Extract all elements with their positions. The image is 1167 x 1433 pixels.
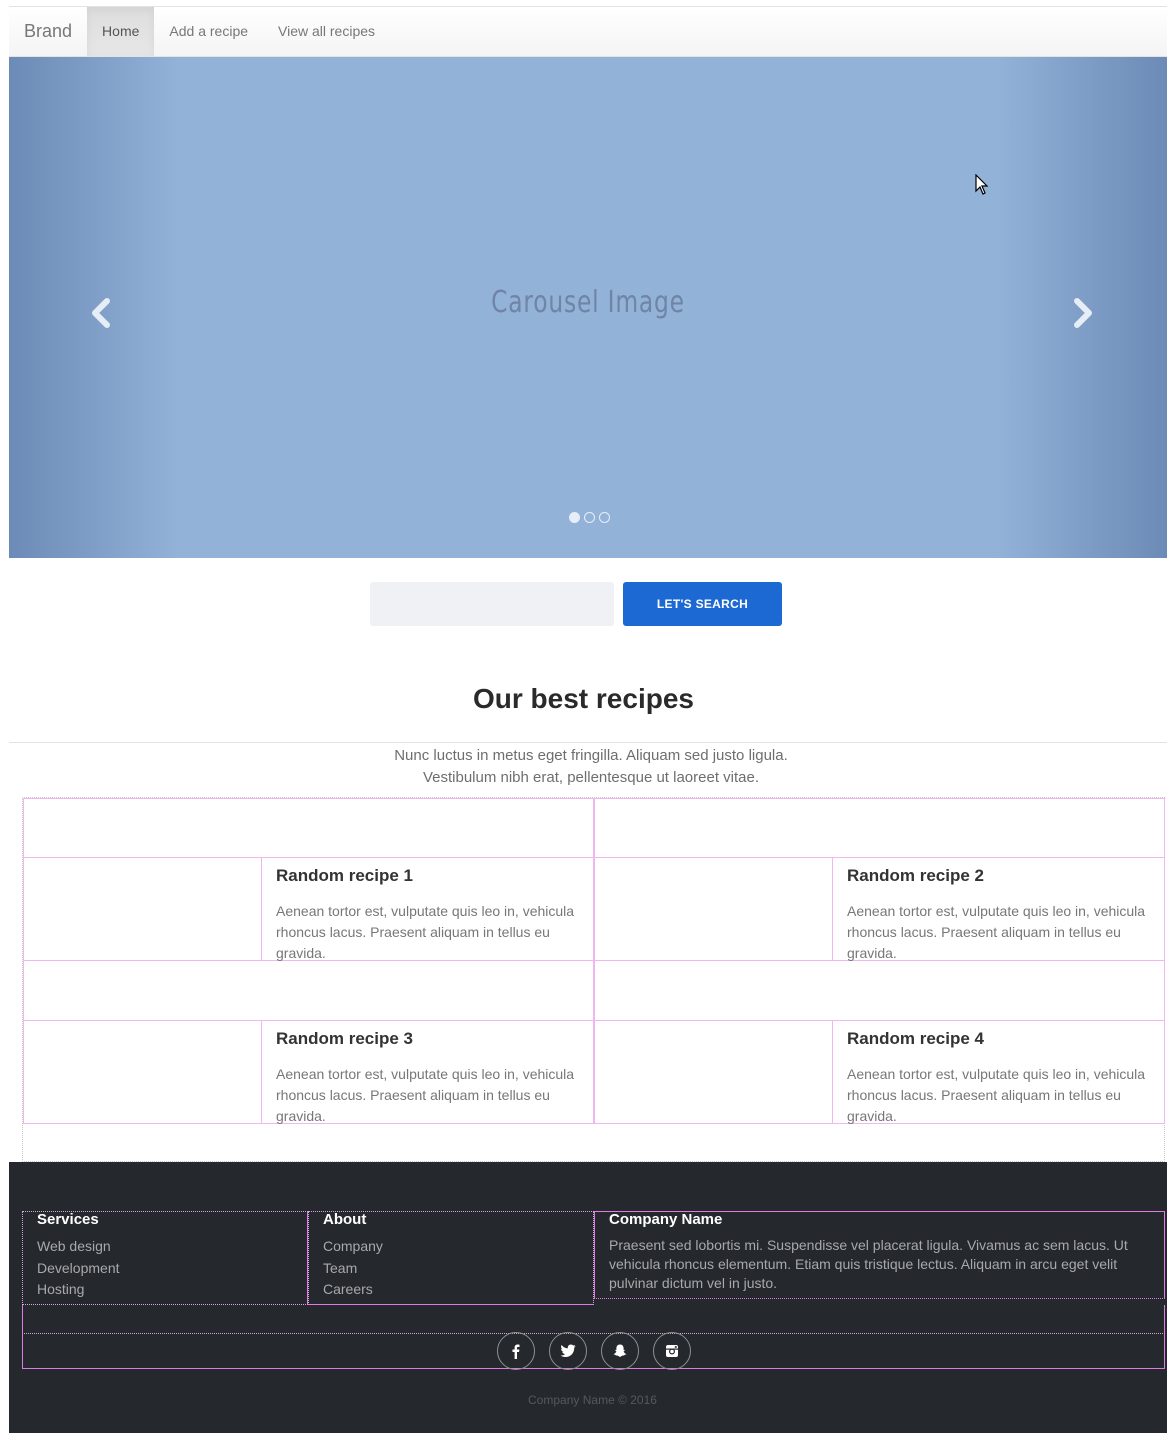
snapchat-icon[interactable] — [600, 1332, 639, 1370]
instagram-icon[interactable] — [652, 1332, 691, 1370]
search-button[interactable]: LET'S SEARCH — [623, 582, 782, 626]
facebook-icon[interactable] — [496, 1332, 535, 1370]
recipes-grid: Random recipe 1 Aenean tortor est, vulpu… — [22, 797, 1165, 1162]
recipe-thumbnail[interactable] — [24, 1021, 262, 1123]
recipe-title[interactable]: Random recipe 4 — [847, 1029, 1147, 1049]
footer-company: Company Name Praesent sed lobortis mi. S… — [594, 1211, 1165, 1299]
section-intro: Nunc luctus in metus eget fringilla. Ali… — [0, 745, 1167, 789]
recipe-description: Aenean tortor est, vulputate quis leo in… — [847, 1066, 1146, 1124]
footer: Services Web design Development Hosting … — [9, 1162, 1167, 1433]
social-links — [22, 1332, 1165, 1370]
recipe-description: Aenean tortor est, vulputate quis leo in… — [847, 903, 1146, 961]
carousel-indicator-3[interactable] — [599, 512, 610, 523]
footer-link-careers[interactable]: Careers — [323, 1279, 593, 1301]
recipe-column-left: Random recipe 1 Aenean tortor est, vulpu… — [23, 798, 594, 1124]
navbar: Brand Home Add a recipe View all recipes — [9, 6, 1167, 57]
recipe-card[interactable]: Random recipe 2 Aenean tortor est, vulpu… — [595, 857, 1164, 961]
footer-services: Services Web design Development Hosting — [22, 1211, 308, 1305]
recipe-card[interactable]: Random recipe 4 Aenean tortor est, vulpu… — [595, 1020, 1164, 1124]
recipe-card[interactable]: Random recipe 3 Aenean tortor est, vulpu… — [24, 1020, 593, 1124]
footer-link-team[interactable]: Team — [323, 1258, 593, 1280]
carousel-indicator-2[interactable] — [584, 512, 595, 523]
footer-link-development[interactable]: Development — [37, 1258, 307, 1280]
recipe-title[interactable]: Random recipe 3 — [276, 1029, 576, 1049]
recipe-body: Random recipe 1 Aenean tortor est, vulpu… — [276, 866, 576, 964]
section-title: Our best recipes — [473, 683, 694, 714]
recipe-title[interactable]: Random recipe 1 — [276, 866, 576, 886]
carousel: Carousel Image — [9, 57, 1167, 558]
nav-item-add-recipe[interactable]: Add a recipe — [154, 7, 263, 56]
recipe-description: Aenean tortor est, vulputate quis leo in… — [276, 1066, 575, 1124]
footer-about-title: About — [323, 1211, 367, 1228]
section-intro-line-2: Vestibulum nibh erat, pellentesque ut la… — [422, 769, 760, 786]
footer-link-company[interactable]: Company — [323, 1236, 593, 1258]
twitter-icon[interactable] — [548, 1332, 587, 1370]
recipe-body: Random recipe 3 Aenean tortor est, vulpu… — [276, 1029, 576, 1127]
footer-spacer — [22, 1305, 1165, 1333]
brand-link[interactable]: Brand — [9, 7, 87, 56]
copyright: Company Name © 2016 — [528, 1393, 657, 1407]
recipe-thumbnail[interactable] — [24, 858, 262, 960]
mouse-cursor-icon — [975, 173, 991, 201]
carousel-indicator-1[interactable] — [569, 512, 580, 523]
recipe-card[interactable]: Random recipe 1 Aenean tortor est, vulpu… — [24, 857, 593, 961]
recipe-title[interactable]: Random recipe 2 — [847, 866, 1147, 886]
nav-item-home[interactable]: Home — [87, 7, 155, 56]
footer-company-text: Praesent sed lobortis mi. Suspendisse ve… — [609, 1237, 1128, 1291]
recipe-description: Aenean tortor est, vulputate quis leo in… — [276, 903, 575, 961]
section-intro-line-1: Nunc luctus in metus eget fringilla. Ali… — [394, 747, 788, 764]
divider — [9, 742, 1167, 743]
chevron-right-icon[interactable] — [1069, 293, 1099, 333]
chevron-left-icon[interactable] — [85, 293, 115, 333]
search-input[interactable] — [370, 582, 614, 626]
recipe-thumbnail[interactable] — [595, 1021, 833, 1123]
nav-item-view-all-recipes[interactable]: View all recipes — [263, 7, 390, 56]
recipe-column-right: Random recipe 2 Aenean tortor est, vulpu… — [594, 798, 1165, 1124]
footer-about: About Company Team Careers — [308, 1211, 594, 1305]
footer-link-hosting[interactable]: Hosting — [37, 1279, 307, 1301]
recipe-body: Random recipe 2 Aenean tortor est, vulpu… — [847, 866, 1147, 964]
carousel-indicators — [569, 512, 610, 523]
recipe-body: Random recipe 4 Aenean tortor est, vulpu… — [847, 1029, 1147, 1127]
recipe-thumbnail[interactable] — [595, 858, 833, 960]
carousel-caption: Carousel Image — [491, 285, 685, 320]
footer-services-title: Services — [37, 1211, 99, 1228]
footer-link-web-design[interactable]: Web design — [37, 1236, 307, 1258]
footer-company-title: Company Name — [609, 1211, 723, 1228]
